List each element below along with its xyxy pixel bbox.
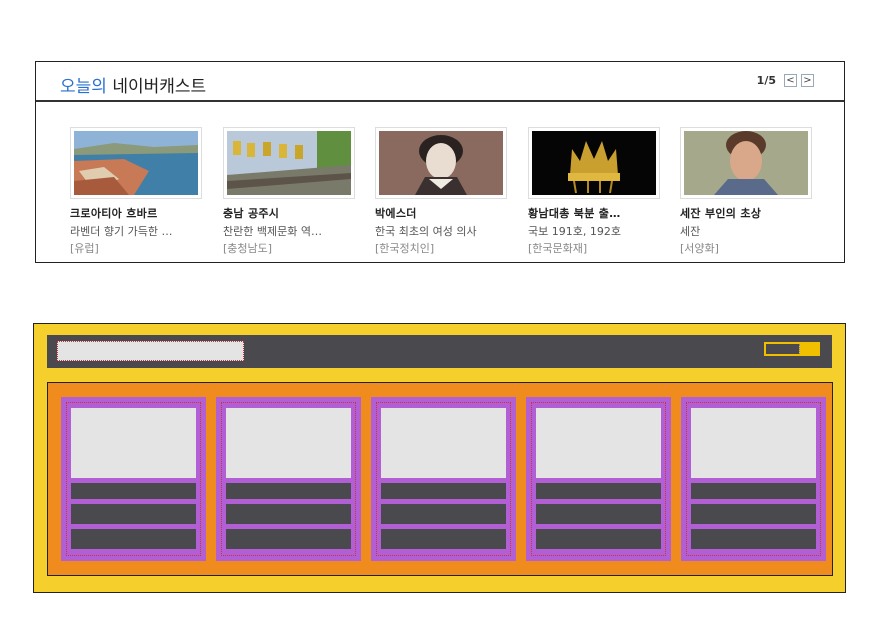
cast-item-list: 크로아티아 흐바르 라벤더 향기 가득한 … [유럽] 충남 공주시 찬란한 백…	[70, 127, 830, 257]
wireframe-card	[61, 397, 206, 561]
cast-item-title[interactable]: 크로아티아 흐바르	[70, 205, 202, 221]
wireframe-thumb-placeholder	[71, 408, 196, 478]
wireframe-thumb-placeholder	[536, 408, 661, 478]
gold-crown-graphic	[532, 131, 656, 195]
wireframe-pager-buttons-placeholder	[799, 344, 818, 354]
wireframe-card	[681, 397, 826, 561]
coastal-town-image[interactable]	[70, 127, 202, 199]
cast-item-desc[interactable]: 라벤더 향기 가득한 …	[70, 223, 202, 239]
wireframe-title-bar	[691, 483, 816, 499]
pager: 1/5 < >	[757, 74, 814, 87]
prev-page-button[interactable]: <	[784, 74, 797, 87]
cast-item-desc[interactable]: 찬란한 백제문화 역…	[223, 223, 355, 239]
navercast-widget: 오늘의 네이버캐스트 1/5 < > 크로아티아 흐바르 라벤더 향기 가득한	[35, 61, 845, 263]
wireframe-card-inner	[686, 402, 821, 556]
wireframe-card-inner	[376, 402, 511, 556]
cast-item-category[interactable]: [한국문화재]	[528, 240, 660, 256]
wireframe-thumb-placeholder	[691, 408, 816, 478]
cast-item[interactable]: 세잔 부인의 초상 세잔 [서양화]	[680, 127, 812, 256]
chevron-left-icon: <	[786, 74, 795, 86]
wireframe-card-inner	[66, 402, 201, 556]
wireframe-card-inner	[531, 402, 666, 556]
fortress-flags-image[interactable]	[223, 127, 355, 199]
cast-item[interactable]: 황남대총 북분 출… 국보 191호, 192호 [한국문화재]	[528, 127, 660, 256]
wireframe-thumb-placeholder	[381, 408, 506, 478]
portrait-painting-graphic	[684, 131, 808, 195]
cast-item-category[interactable]: [서양화]	[680, 240, 812, 256]
wireframe-card-inner	[221, 402, 356, 556]
cast-item-title[interactable]: 충남 공주시	[223, 205, 355, 221]
wireframe-title-bar	[381, 483, 506, 499]
wireframe-pager-placeholder	[764, 342, 820, 356]
cast-item-title[interactable]: 세잔 부인의 초상	[680, 205, 812, 221]
wireframe-category-bar	[226, 529, 351, 549]
widget-title-accent: 오늘의	[60, 77, 107, 97]
wireframe-title-placeholder	[57, 341, 244, 361]
cast-item[interactable]: 충남 공주시 찬란한 백제문화 역… [충청남도]	[223, 127, 355, 256]
layout-wireframe	[33, 323, 846, 593]
portrait-painting-image[interactable]	[680, 127, 812, 199]
wireframe-category-bar	[381, 529, 506, 549]
cast-item[interactable]: 박에스더 한국 최초의 여성 의사 [한국정치인]	[375, 127, 507, 256]
wireframe-title-bar	[536, 483, 661, 499]
wireframe-desc-bar	[381, 504, 506, 524]
wireframe-desc-bar	[536, 504, 661, 524]
fortress-flags-graphic	[227, 131, 351, 195]
wireframe-category-bar	[536, 529, 661, 549]
cast-item-desc[interactable]: 세잔	[680, 223, 812, 239]
wireframe-desc-bar	[226, 504, 351, 524]
chevron-right-icon: >	[803, 74, 812, 86]
next-page-button[interactable]: >	[801, 74, 814, 87]
cast-item-desc[interactable]: 한국 최초의 여성 의사	[375, 223, 507, 239]
cast-item-desc[interactable]: 국보 191호, 192호	[528, 223, 660, 239]
cast-item[interactable]: 크로아티아 흐바르 라벤더 향기 가득한 … [유럽]	[70, 127, 202, 256]
wireframe-desc-bar	[71, 504, 196, 524]
wireframe-title-bar	[71, 483, 196, 499]
wireframe-thumb-placeholder	[226, 408, 351, 478]
wireframe-card	[526, 397, 671, 561]
cast-item-category[interactable]: [한국정치인]	[375, 240, 507, 256]
portrait-drawing-graphic	[379, 131, 503, 195]
widget-title-rest: 네이버캐스트	[106, 77, 207, 97]
wireframe-card	[371, 397, 516, 561]
page-count: 1/5	[756, 74, 776, 87]
wireframe-card	[216, 397, 361, 561]
wireframe-desc-bar	[691, 504, 816, 524]
gold-crown-image[interactable]	[528, 127, 660, 199]
wireframe-title-bar	[226, 483, 351, 499]
cast-item-category[interactable]: [유럽]	[70, 240, 202, 256]
widget-title[interactable]: 오늘의 네이버캐스트	[60, 72, 206, 97]
portrait-drawing-image[interactable]	[375, 127, 507, 199]
wireframe-category-bar	[691, 529, 816, 549]
wireframe-header	[47, 335, 832, 368]
cast-item-title[interactable]: 박에스더	[375, 205, 507, 221]
wireframe-body	[47, 382, 833, 576]
cast-item-title[interactable]: 황남대총 북분 출…	[528, 205, 660, 221]
wireframe-category-bar	[71, 529, 196, 549]
widget-header: 오늘의 네이버캐스트 1/5 < >	[36, 62, 844, 102]
coastal-town-graphic	[74, 131, 198, 195]
cast-item-category[interactable]: [충청남도]	[223, 240, 355, 256]
